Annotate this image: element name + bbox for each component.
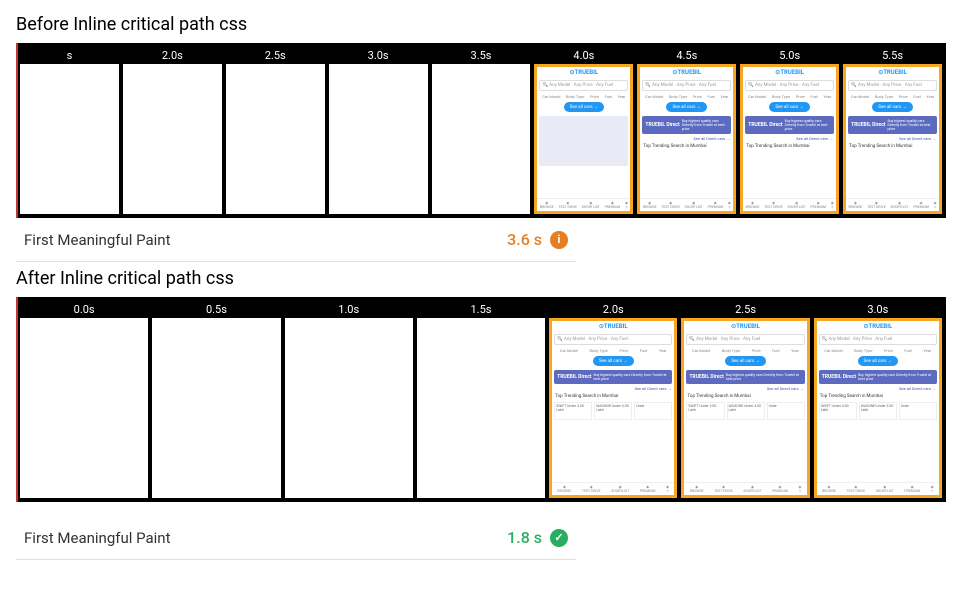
timeline-cursor — [16, 297, 18, 502]
filmstrip-frame: 5.5s ⊙TRUEBIL 🔍 Any Model · Any Price · … — [843, 47, 942, 214]
time-label: 0.0s — [20, 301, 148, 318]
filmstrip-frame: 4.0s ⊙TRUEBIL 🔍 Any Model · Any Price · … — [534, 47, 633, 214]
time-label: 3.0s — [329, 47, 428, 64]
info-icon[interactable]: i — [550, 231, 568, 249]
filmstrip-frame: 0.0s — [20, 301, 148, 498]
timeline-cursor — [16, 43, 18, 218]
frame-blank — [285, 318, 413, 498]
time-label: 1.0s — [285, 301, 413, 318]
filmstrip-frame: 1.0s — [285, 301, 413, 498]
time-label: 4.5s — [637, 47, 736, 64]
frame-loaded: ⊙TRUEBIL 🔍 Any Model · Any Price · Any F… — [843, 64, 942, 214]
metric-value: 1.8 s — [507, 528, 542, 547]
filmstrip-frame: 4.5s ⊙TRUEBIL 🔍 Any Model · Any Price · … — [637, 47, 736, 214]
frame-loaded: ⊙TRUEBIL 🔍 Any Model · Any Price · Any F… — [637, 64, 736, 214]
frame-blank — [20, 318, 148, 498]
frame-blank — [152, 318, 280, 498]
time-label: 2.0s — [123, 47, 222, 64]
time-label: 5.5s — [843, 47, 942, 64]
frame-loaded: ⊙TRUEBIL 🔍 Any Model · Any Price · Any F… — [814, 318, 942, 498]
time-label: 0.5s — [152, 301, 280, 318]
after-metric-row: First Meaningful Paint 1.8 s ✓ — [16, 516, 576, 560]
metric-label: First Meaningful Paint — [24, 529, 507, 547]
filmstrip-frame: s — [20, 47, 119, 214]
filmstrip-frame: 3.0s ⊙TRUEBIL 🔍 Any Model · Any Price · … — [814, 301, 942, 498]
frame-blank — [20, 64, 119, 214]
frame-loaded: ⊙TRUEBIL 🔍 Any Model · Any Price · Any F… — [534, 64, 633, 214]
time-label: 3.0s — [814, 301, 942, 318]
frame-blank — [432, 64, 531, 214]
frame-blank — [123, 64, 222, 214]
time-label: s — [20, 47, 119, 64]
frame-blank — [226, 64, 325, 214]
time-label: 4.0s — [534, 47, 633, 64]
frame-blank — [417, 318, 545, 498]
before-metric-row: First Meaningful Paint 3.6 s i — [16, 218, 576, 262]
time-label: 5.0s — [740, 47, 839, 64]
after-filmstrip: 0.0s0.5s 1.0s1.5s2.0s ⊙TRUEBIL 🔍 Any Mode… — [16, 297, 946, 502]
filmstrip-frame: 3.0s — [329, 47, 428, 214]
filmstrip-frame: 3.5s — [432, 47, 531, 214]
frame-loaded: ⊙TRUEBIL 🔍 Any Model · Any Price · Any F… — [740, 64, 839, 214]
filmstrip-frame: 2.0s ⊙TRUEBIL 🔍 Any Model · Any Price · … — [549, 301, 677, 498]
filmstrip-frame: 5.0s ⊙TRUEBIL 🔍 Any Model · Any Price · … — [740, 47, 839, 214]
time-label: 2.5s — [226, 47, 325, 64]
filmstrip-frame: 2.0s — [123, 47, 222, 214]
time-label: 1.5s — [417, 301, 545, 318]
before-title: Before Inline critical path css — [16, 14, 946, 35]
filmstrip-frame: 2.5s ⊙TRUEBIL 🔍 Any Model · Any Price · … — [681, 301, 809, 498]
filmstrip-frame: 2.5s — [226, 47, 325, 214]
frame-loaded: ⊙TRUEBIL 🔍 Any Model · Any Price · Any F… — [681, 318, 809, 498]
after-title: After Inline critical path css — [16, 268, 946, 289]
frame-blank — [329, 64, 428, 214]
time-label: 2.0s — [549, 301, 677, 318]
frame-loaded: ⊙TRUEBIL 🔍 Any Model · Any Price · Any F… — [549, 318, 677, 498]
filmstrip-frame: 0.5s — [152, 301, 280, 498]
check-icon[interactable]: ✓ — [550, 529, 568, 547]
before-filmstrip: s2.0s2.5s3.0s3.5s4.0s ⊙TRUEBIL 🔍 Any Mod… — [16, 43, 946, 218]
time-label: 2.5s — [681, 301, 809, 318]
filmstrip-frame: 1.5s — [417, 301, 545, 498]
time-label: 3.5s — [432, 47, 531, 64]
metric-value: 3.6 s — [507, 230, 542, 249]
metric-label: First Meaningful Paint — [24, 231, 507, 249]
